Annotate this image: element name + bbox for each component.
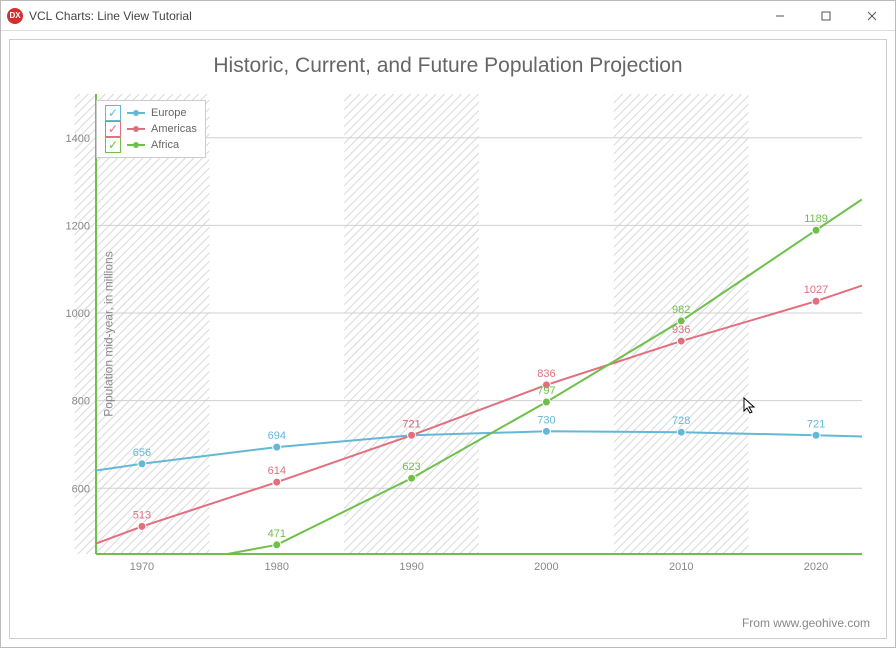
series-point[interactable] (138, 460, 146, 468)
x-tick-label: 1980 (265, 561, 289, 573)
legend-item-americas[interactable]: ✓ Americas (105, 121, 197, 137)
series-point[interactable] (542, 398, 550, 406)
series-point[interactable] (812, 297, 820, 305)
point-label: 728 (672, 415, 690, 427)
legend-check-icon: ✓ (105, 137, 121, 153)
point-label: 1189 (804, 213, 828, 225)
series-point[interactable] (677, 337, 685, 345)
chart-svg[interactable]: 600 800 1000 1200 1400 1970 1980 1990 2000 2010 20… (66, 90, 868, 578)
x-tick-label: 1990 (399, 561, 423, 573)
maximize-icon (821, 11, 831, 21)
maximize-button[interactable] (803, 1, 849, 30)
x-tick-label: 2020 (804, 561, 828, 573)
y-tick-label: 1000 (66, 308, 90, 320)
x-tick-label: 2000 (534, 561, 558, 573)
point-label: 623 (402, 461, 420, 473)
close-icon (867, 11, 877, 21)
window-title: VCL Charts: Line View Tutorial (29, 9, 757, 23)
minimize-button[interactable] (757, 1, 803, 30)
point-label: 721 (402, 418, 420, 430)
legend-item-africa[interactable]: ✓ Africa (105, 137, 197, 153)
chart-frame: Historic, Current, and Future Population… (9, 39, 887, 639)
point-label: 721 (807, 418, 825, 430)
app-window: DX VCL Charts: Line View Tutorial Histor… (0, 0, 896, 648)
legend-label: Europe (151, 107, 186, 119)
legend-check-icon: ✓ (105, 105, 121, 121)
series-point[interactable] (138, 522, 146, 530)
point-label: 614 (268, 465, 286, 477)
point-label: 471 (268, 528, 286, 540)
chart-plot-area[interactable]: Population mid-year, in millions ✓ Europ… (66, 90, 868, 578)
legend-label: Americas (151, 123, 197, 135)
point-label: 1027 (804, 284, 828, 296)
series-point[interactable] (812, 226, 820, 234)
chart-title: Historic, Current, and Future Population… (10, 54, 886, 78)
point-label: 730 (537, 414, 555, 426)
legend-line-icon (127, 144, 145, 146)
point-label: 656 (133, 447, 151, 459)
chart-legend[interactable]: ✓ Europe ✓ Americas ✓ Africa (96, 100, 206, 158)
y-tick-label: 800 (72, 396, 90, 408)
series-point[interactable] (408, 431, 416, 439)
series-point[interactable] (677, 428, 685, 436)
x-tick-label: 1970 (130, 561, 154, 573)
series-point[interactable] (408, 474, 416, 482)
legend-item-europe[interactable]: ✓ Europe (105, 105, 197, 121)
y-tick-label: 1400 (66, 133, 90, 145)
series-point[interactable] (812, 431, 820, 439)
legend-label: Africa (151, 139, 179, 151)
legend-line-icon (127, 112, 145, 114)
window-controls (757, 1, 895, 30)
y-tick-label: 600 (72, 483, 90, 495)
y-axis-label: Population mid-year, in millions (102, 251, 116, 416)
chart-source-text: From www.geohive.com (742, 616, 870, 630)
point-label: 694 (268, 430, 286, 442)
point-label: 797 (537, 385, 555, 397)
series-point[interactable] (273, 443, 281, 451)
series-point[interactable] (542, 427, 550, 435)
close-button[interactable] (849, 1, 895, 30)
legend-line-icon (127, 128, 145, 130)
series-point[interactable] (273, 541, 281, 549)
x-tick-label: 2010 (669, 561, 693, 573)
series-point[interactable] (677, 317, 685, 325)
titlebar[interactable]: DX VCL Charts: Line View Tutorial (1, 1, 895, 31)
point-label: 836 (537, 368, 555, 380)
minimize-icon (775, 11, 785, 21)
point-label: 982 (672, 304, 690, 316)
series-point[interactable] (273, 478, 281, 486)
point-label: 513 (133, 509, 151, 521)
y-tick-label: 1200 (66, 220, 90, 232)
app-icon: DX (7, 8, 23, 24)
legend-check-icon: ✓ (105, 121, 121, 137)
